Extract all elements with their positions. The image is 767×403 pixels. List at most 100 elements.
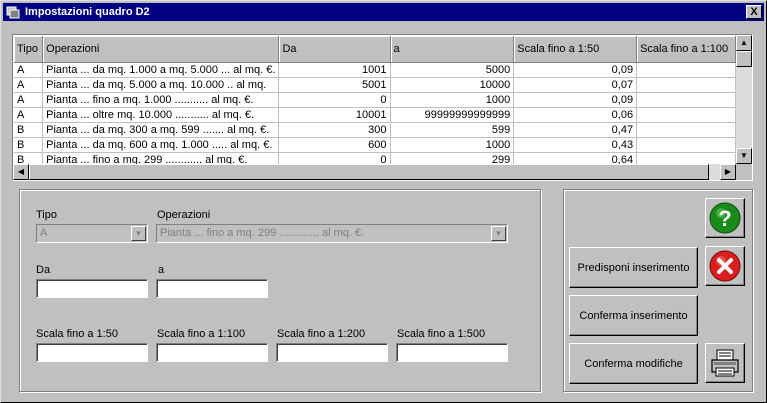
cancel-icon	[709, 250, 741, 282]
predisponi-inserimento-label: Predisponi inserimento	[577, 261, 690, 274]
table-cell[interactable]: 599	[390, 122, 515, 138]
title-bar[interactable]: Impostazioni quadro D2 X	[3, 3, 764, 21]
table-cell[interactable]: A	[14, 62, 44, 78]
app-icon	[6, 6, 20, 19]
table-cell[interactable]: Pianta ... fino a mq. 299 ............ a…	[42, 152, 280, 164]
table-cell[interactable]: 299	[390, 152, 515, 164]
table-cell[interactable]: 0,64	[513, 152, 638, 164]
table-cell[interactable]: 99999999999999	[390, 107, 515, 123]
operazioni-select[interactable]: Pianta ... fino a mq. 299 ............. …	[156, 224, 508, 243]
table-cell[interactable]: 0	[278, 152, 391, 164]
conferma-modifiche-button[interactable]: Conferma modifiche	[569, 343, 698, 384]
table-cell[interactable]: A	[14, 107, 44, 123]
column-header[interactable]: Scala fino a 1:50	[513, 36, 638, 63]
table-cell[interactable]	[636, 107, 736, 123]
conferma-inserimento-button[interactable]: Conferma inserimento	[569, 295, 698, 336]
table-cell[interactable]: A	[14, 77, 44, 93]
close-button[interactable]: X	[746, 5, 762, 19]
table-row[interactable]: B Pianta ... da mq. 600 a mq. 1.000 .....…	[14, 137, 736, 153]
table-cell[interactable]: 10001	[278, 107, 391, 123]
da-label: Da	[36, 264, 51, 276]
scroll-down-icon[interactable]: ▼	[736, 148, 752, 164]
table-cell[interactable]: Pianta ... da mq. 5.000 a mq. 10.000 .. …	[42, 77, 280, 93]
window-title: Impostazioni quadro D2	[25, 6, 150, 18]
scroll-up-icon[interactable]: ▲	[736, 35, 752, 51]
scroll-corner	[736, 164, 752, 180]
scroll-left-icon[interactable]: ◀	[13, 164, 29, 180]
table-cell[interactable]: 1000	[390, 137, 515, 153]
data-grid[interactable]: Tipo Operazioni Da a Scala fino a 1:50 Scala …	[12, 34, 753, 181]
table-row[interactable]: A Pianta ... da mq. 1.000 a mq. 5.000 ...…	[14, 62, 736, 78]
table-cell[interactable]: 0	[278, 92, 391, 108]
scala100-input[interactable]	[156, 343, 268, 362]
tipo-value: A	[40, 227, 48, 239]
a-label: a	[158, 264, 165, 276]
horizontal-scrollbar[interactable]: ◀ ▶	[13, 164, 736, 180]
scala500-label: Scala fino a 1:500	[397, 328, 486, 340]
table-cell[interactable]: A	[14, 92, 44, 108]
predisponi-inserimento-button[interactable]: Predisponi inserimento	[569, 247, 698, 288]
column-header[interactable]: Operazioni	[42, 36, 280, 63]
table-row[interactable]: B Pianta ... da mq. 300 a mq. 599 .......…	[14, 122, 736, 138]
tipo-select[interactable]: A ▼	[36, 224, 148, 243]
column-header[interactable]: Da	[278, 36, 391, 63]
table-cell[interactable]	[636, 62, 736, 78]
table-cell[interactable]: 0,47	[513, 122, 638, 138]
table-cell[interactable]: Pianta ... oltre mq. 10.000 ........... …	[42, 107, 280, 123]
table-cell[interactable]: Pianta ... da mq. 1.000 a mq. 5.000 ... …	[42, 62, 280, 78]
table-cell[interactable]	[636, 122, 736, 138]
table-cell[interactable]	[636, 137, 736, 153]
table-cell[interactable]	[636, 152, 736, 164]
grid-viewport: Tipo Operazioni Da a Scala fino a 1:50 Scala …	[14, 36, 736, 164]
scala50-input[interactable]	[36, 343, 148, 362]
vertical-scrollbar[interactable]: ▲ ▼	[736, 35, 752, 164]
scala100-label: Scala fino a 1:100	[157, 328, 246, 340]
column-header[interactable]: Tipo	[14, 36, 44, 63]
table-cell[interactable]	[636, 92, 736, 108]
scala500-input[interactable]	[396, 343, 508, 362]
table-cell[interactable]: 5001	[278, 77, 391, 93]
chevron-down-icon[interactable]: ▼	[491, 226, 506, 241]
table-row[interactable]: A Pianta ... fino a mq. 1.000 ...........…	[14, 92, 736, 108]
a-input[interactable]	[156, 279, 268, 298]
table-row[interactable]: B Pianta ... fino a mq. 299 ............ …	[14, 152, 736, 164]
table-cell[interactable]: Pianta ... da mq. 300 a mq. 599 ....... …	[42, 122, 280, 138]
table-cell[interactable]: Pianta ... fino a mq. 1.000 ........... …	[42, 92, 280, 108]
table-cell[interactable]: 0,09	[513, 92, 638, 108]
table-row[interactable]: A Pianta ... oltre mq. 10.000 ...........…	[14, 107, 736, 123]
column-header[interactable]: a	[390, 36, 515, 63]
scala200-input[interactable]	[276, 343, 388, 362]
table-cell[interactable]	[636, 77, 736, 93]
svg-text:?: ?	[718, 206, 731, 231]
table-cell[interactable]: 300	[278, 122, 391, 138]
chevron-down-icon[interactable]: ▼	[131, 226, 146, 241]
table-cell[interactable]: B	[14, 137, 44, 153]
conferma-modifiche-label: Conferma modifiche	[584, 357, 683, 370]
column-header[interactable]: Scala fino a 1:100	[636, 36, 736, 63]
table-cell[interactable]: 0,09	[513, 62, 638, 78]
table-cell[interactable]: Pianta ... da mq. 600 a mq. 1.000 ..... …	[42, 137, 280, 153]
table-cell[interactable]: 600	[278, 137, 391, 153]
table-cell[interactable]: 1001	[278, 62, 391, 78]
vertical-scroll-thumb[interactable]	[736, 51, 752, 67]
printer-icon	[711, 349, 739, 377]
table-cell[interactable]: 5000	[390, 62, 515, 78]
help-button[interactable]: ?	[705, 198, 745, 238]
table-cell[interactable]: B	[14, 152, 44, 164]
scala200-label: Scala fino a 1:200	[277, 328, 366, 340]
print-button[interactable]	[705, 343, 745, 383]
table-cell[interactable]: 0,07	[513, 77, 638, 93]
help-icon: ?	[709, 202, 741, 234]
table-cell[interactable]: 0,06	[513, 107, 638, 123]
table-cell[interactable]: 0,43	[513, 137, 638, 153]
table-cell[interactable]: 10000	[390, 77, 515, 93]
cancel-button[interactable]	[705, 246, 745, 286]
scroll-right-icon[interactable]: ▶	[720, 164, 736, 180]
da-input[interactable]	[36, 279, 148, 298]
table-cell[interactable]: B	[14, 122, 44, 138]
horizontal-scroll-thumb[interactable]	[29, 164, 709, 180]
table-cell[interactable]: 1000	[390, 92, 515, 108]
operazioni-value: Pianta ... fino a mq. 299 ............. …	[160, 227, 365, 239]
tipo-label: Tipo	[36, 209, 57, 221]
table-row[interactable]: A Pianta ... da mq. 5.000 a mq. 10.000 ..…	[14, 77, 736, 93]
